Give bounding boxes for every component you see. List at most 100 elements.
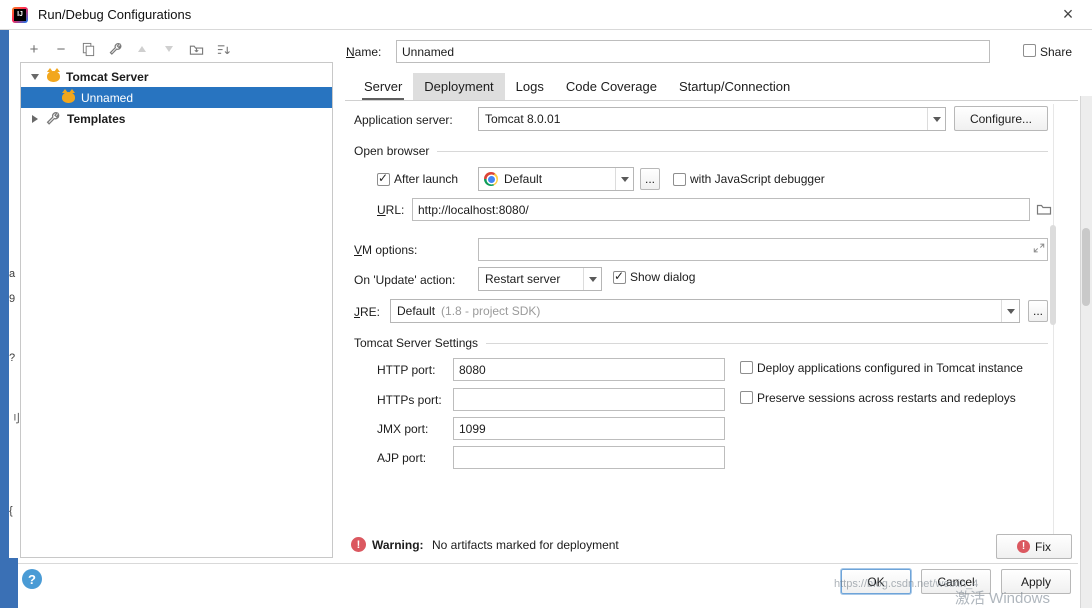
http-port-input[interactable] — [453, 358, 725, 381]
browser-select[interactable]: Default — [478, 167, 634, 191]
show-dialog-label: Show dialog — [630, 270, 695, 284]
update-action-select[interactable]: Restart server — [478, 267, 602, 291]
tomcat-settings-section: Tomcat Server Settings — [354, 336, 1048, 350]
section-title: Open browser — [354, 144, 429, 158]
ajp-port-label: AJP port: — [377, 451, 426, 465]
chevron-down-icon — [615, 168, 633, 190]
dialog-title: Run/Debug Configurations — [38, 7, 191, 22]
tab-code-coverage[interactable]: Code Coverage — [555, 73, 668, 100]
open-browser-section: Open browser — [354, 144, 1048, 158]
jmx-port-label: JMX port: — [377, 422, 428, 436]
tab-startup-connection[interactable]: Startup/Connection — [668, 73, 801, 100]
https-port-label: HTTPs port: — [377, 393, 442, 407]
url-label: URL: — [377, 203, 404, 217]
share-checkbox[interactable] — [1023, 44, 1036, 57]
edit-defaults-wrench-icon[interactable] — [105, 39, 125, 59]
form-scrollbar-thumb[interactable] — [1050, 225, 1056, 325]
move-up-icon[interactable] — [132, 39, 152, 59]
sort-configurations-icon[interactable] — [213, 39, 233, 59]
tree-item-label: Templates — [67, 112, 125, 126]
chevron-down-icon[interactable] — [31, 74, 39, 80]
deploy-applications-label: Deploy applications configured in Tomcat… — [757, 361, 1023, 375]
close-icon[interactable]: × — [1056, 2, 1080, 26]
move-down-icon[interactable] — [159, 39, 179, 59]
wrench-icon — [45, 111, 61, 127]
move-into-folder-icon[interactable] — [186, 39, 206, 59]
jre-select[interactable]: Default (1.8 - project SDK) — [390, 299, 1020, 323]
add-icon[interactable]: + — [24, 39, 44, 59]
application-server-label: Application server: — [354, 113, 453, 127]
background-text-fragment: 刂 — [9, 410, 20, 426]
vm-options-label: VM options: — [354, 243, 417, 257]
tree-item-unnamed[interactable]: Unnamed — [21, 87, 332, 108]
apply-button[interactable]: Apply — [1001, 569, 1071, 594]
background-text-fragment: { — [9, 505, 20, 517]
name-label: Name: — [346, 45, 381, 59]
remove-icon[interactable]: − — [51, 39, 71, 59]
footer-divider — [18, 563, 1078, 564]
tomcat-icon — [62, 92, 75, 103]
background-scrollbar-track — [1080, 96, 1092, 608]
warning-icon: ! — [351, 537, 366, 552]
chevron-right-icon[interactable] — [32, 115, 38, 123]
fix-button[interactable]: ! Fix — [996, 534, 1072, 559]
section-title: Tomcat Server Settings — [354, 336, 478, 350]
jre-label: JRE: — [354, 305, 380, 319]
ajp-port-input[interactable] — [453, 446, 725, 469]
chevron-down-icon — [1001, 300, 1019, 322]
vm-options-input[interactable] — [478, 238, 1048, 261]
tree-item-label: Tomcat Server — [66, 70, 148, 84]
background-scrollbar-thumb[interactable] — [1082, 228, 1090, 306]
chevron-down-icon — [927, 108, 945, 130]
configuration-tabs: Server Deployment Logs Code Coverage Sta… — [345, 73, 1078, 101]
chevron-down-icon — [583, 268, 601, 290]
after-launch-label: After launch — [394, 172, 458, 186]
background-text-fragment: a — [9, 268, 20, 280]
deploy-applications-checkbox[interactable] — [740, 361, 753, 374]
background-text-fragment: 9 — [9, 293, 20, 305]
chrome-icon — [484, 172, 498, 186]
expand-field-icon[interactable] — [1033, 242, 1045, 254]
js-debugger-checkbox[interactable] — [673, 173, 686, 186]
jmx-port-input[interactable] — [453, 417, 725, 440]
http-port-label: HTTP port: — [377, 363, 435, 377]
update-action-label: On 'Update' action: — [354, 273, 455, 287]
tree-item-tomcat-server[interactable]: Tomcat Server — [21, 66, 332, 87]
configurations-toolbar: + − — [24, 38, 233, 60]
tab-deployment[interactable]: Deployment — [413, 73, 504, 100]
background-edge-block — [0, 558, 18, 608]
configure-button[interactable]: Configure... — [954, 106, 1048, 131]
background-edge-strip — [0, 30, 9, 608]
https-port-input[interactable] — [453, 388, 725, 411]
section-divider — [486, 343, 1048, 344]
help-icon[interactable]: ? — [22, 569, 42, 589]
intellij-logo-icon — [12, 7, 28, 23]
folder-icon[interactable] — [1036, 201, 1052, 217]
ok-button[interactable]: OK — [841, 569, 911, 594]
url-input[interactable] — [412, 198, 1030, 221]
background-text-fragment: ? — [9, 352, 20, 364]
warning-text: No artifacts marked for deployment — [432, 538, 619, 552]
dialog-title-bar: Run/Debug Configurations × — [0, 0, 1092, 30]
tree-item-label: Unnamed — [81, 91, 133, 105]
cancel-button[interactable]: Cancel — [921, 569, 991, 594]
preserve-sessions-checkbox[interactable] — [740, 391, 753, 404]
error-icon: ! — [1017, 540, 1030, 553]
tomcat-icon — [47, 71, 60, 82]
jre-browse-button[interactable]: ... — [1028, 300, 1048, 322]
configurations-tree: Tomcat Server Unnamed Templates — [20, 62, 333, 558]
js-debugger-label: with JavaScript debugger — [690, 172, 825, 186]
show-dialog-checkbox[interactable] — [613, 271, 626, 284]
after-launch-checkbox[interactable] — [377, 173, 390, 186]
section-divider — [437, 151, 1048, 152]
browser-browse-button[interactable]: ... — [640, 168, 660, 190]
tab-logs[interactable]: Logs — [505, 73, 555, 100]
preserve-sessions-label: Preserve sessions across restarts and re… — [757, 391, 1016, 405]
name-input[interactable] — [396, 40, 990, 63]
warning-label: Warning: — [372, 538, 424, 552]
application-server-select[interactable]: Tomcat 8.0.01 — [478, 107, 946, 131]
tab-server[interactable]: Server — [353, 73, 413, 100]
share-label: Share — [1040, 45, 1072, 59]
tree-item-templates[interactable]: Templates — [21, 108, 332, 129]
copy-configuration-icon[interactable] — [78, 39, 98, 59]
